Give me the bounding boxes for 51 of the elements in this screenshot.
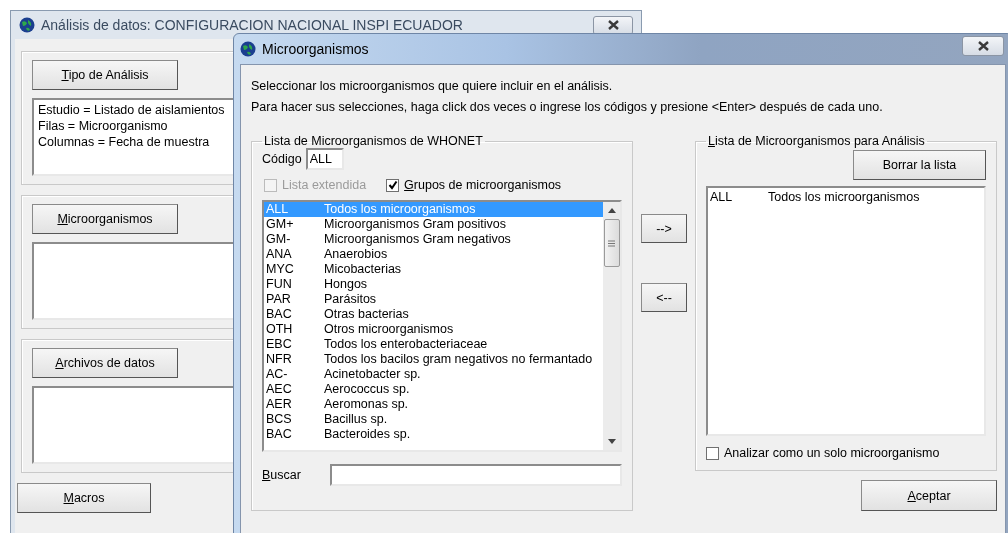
group-label: Lista de Microorganismos de WHONET [263, 134, 484, 148]
list-item[interactable]: ALL Todos los microorganismos [708, 190, 984, 205]
list-item[interactable]: AC- Acinetobacter sp. [264, 367, 603, 382]
close-button[interactable] [962, 36, 1004, 56]
globe-icon [19, 17, 35, 33]
code-label: Código [262, 152, 302, 166]
checkbox[interactable] [386, 178, 400, 192]
remove-button[interactable]: <-- [641, 283, 687, 312]
accept-button[interactable]: Aceptar [861, 480, 997, 511]
list-item[interactable]: MYC Micobacterias [264, 262, 603, 277]
globe-icon [240, 41, 256, 57]
section-button[interactable]: Tipo de Análisis [32, 60, 178, 90]
list-item[interactable]: NFR Todos los bacilos gram negativos no fermantado [264, 352, 603, 367]
list-item[interactable]: FUN Hongos [264, 277, 603, 292]
checkbox[interactable] [706, 446, 719, 460]
instruction-text: Para hacer sus selecciones, haga click dos veces o ingrese los códigos y presione <Enter> después de cada uno. [251, 100, 884, 114]
grip-icon [608, 239, 615, 247]
section-button[interactable]: Archivos de datos [32, 348, 178, 378]
summary-line: Columnas = Fecha de muestra [38, 134, 210, 150]
group-label: Lista de Microorganismos para Análisis [707, 134, 926, 148]
code-field[interactable]: ALL [305, 148, 344, 170]
summary-line: Filas = Microorganismo [38, 118, 168, 134]
scroll-up-icon[interactable] [607, 208, 616, 213]
list-item[interactable]: EBC Todos los enterobacteriaceae [264, 337, 603, 352]
search-label: Buscar [262, 468, 301, 482]
close-icon [977, 41, 989, 51]
checkbox-label: Lista extendida [282, 178, 367, 192]
list-item[interactable]: GM+ Microorganismos Gram positivos [264, 217, 603, 232]
section-button[interactable]: Microorganismos [32, 204, 178, 234]
scroll-down-icon[interactable] [607, 439, 616, 444]
search-field[interactable] [330, 464, 622, 486]
list-item[interactable]: PAR Parásitos [264, 292, 603, 307]
checkbox-label: Analizar como un solo microorganismo [724, 446, 940, 460]
clear-list-button[interactable]: Borrar la lista [853, 150, 986, 180]
list-item[interactable]: GM- Microorganismos Gram negativos [264, 232, 603, 247]
list-item[interactable]: AEC Aerococcus sp. [264, 382, 603, 397]
macros-button[interactable]: Macros [17, 483, 151, 513]
list-item[interactable]: OTH Otros microorganismos [264, 322, 603, 337]
dialog-title: Microorganismos [262, 41, 369, 57]
list-item[interactable]: BAC Otras bacterias [264, 307, 603, 322]
checkbox-label: Grupos de microorganismos [404, 178, 562, 192]
summary-line: Estudio = Listado de aislamientos [38, 102, 225, 118]
add-button[interactable]: --> [641, 214, 687, 243]
window-title: Análisis de datos: CONFIGURACION NACIONAL INSPI ECUADOR [41, 17, 463, 33]
instruction-text: Seleccionar los microorganismos que quiere incluir en el análisis. [251, 79, 614, 93]
scrollbar[interactable] [603, 202, 620, 450]
list-item[interactable]: ANA Anaerobios [264, 247, 603, 262]
list-item[interactable]: BCS Bacillus sp. [264, 412, 603, 427]
list-item[interactable]: AER Aeromonas sp. [264, 397, 603, 412]
list-item[interactable]: BAC Bacteroides sp. [264, 427, 603, 442]
close-icon [607, 20, 619, 30]
